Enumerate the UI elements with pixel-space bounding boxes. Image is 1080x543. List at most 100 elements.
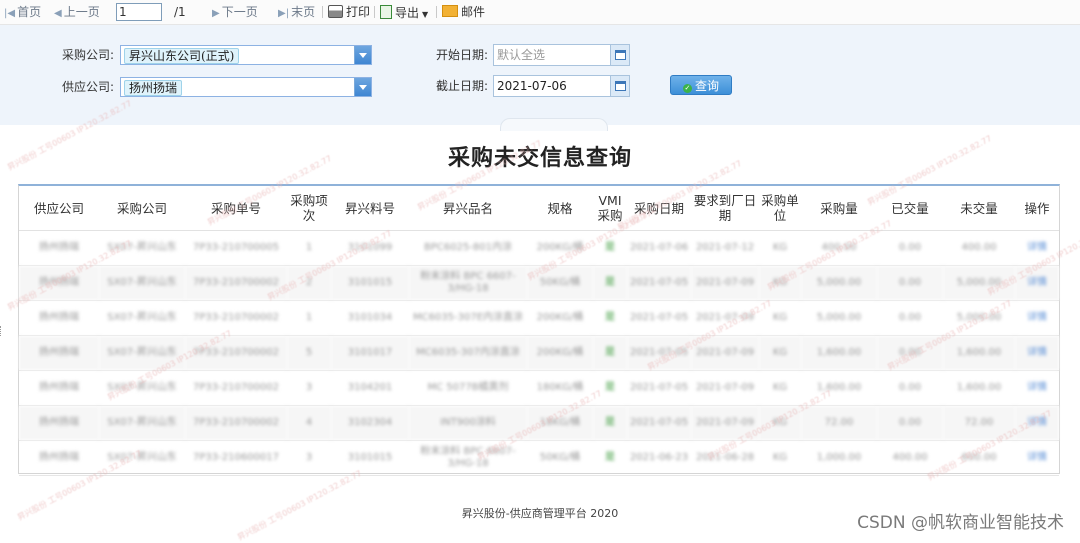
table-cell: 5,000.00	[943, 300, 1015, 336]
table-cell: 是	[593, 440, 627, 476]
table-cell: 1,600.00	[943, 335, 1015, 371]
mail-icon	[442, 5, 458, 17]
table-cell: 2021-07-12	[691, 230, 759, 266]
table-cell: 3	[287, 370, 331, 406]
end-date-label: 截止日期:	[435, 79, 488, 93]
table-cell: 7P33-210600017	[185, 440, 287, 476]
table-cell: SX07-昇兴山东	[99, 300, 185, 336]
chevron-down-icon[interactable]	[354, 46, 371, 64]
table-cell: KG	[759, 370, 801, 406]
table-cell: MC6035-307E内涂直涂	[409, 300, 527, 336]
supplier-combo[interactable]: 扬州扬瑞	[120, 77, 372, 97]
supplier-label: 供应公司:	[61, 80, 114, 94]
table-cell: 3	[287, 440, 331, 476]
table-cell: SX07-昇兴山东	[99, 440, 185, 476]
calendar-icon[interactable]	[610, 45, 629, 65]
table-cell: 18KG/桶	[527, 405, 593, 441]
detail-link[interactable]: 详情	[1015, 370, 1059, 406]
calendar-icon[interactable]	[610, 76, 629, 96]
table-cell: 粉末涂料 BPC 6607-3/HG-18	[409, 440, 527, 476]
report-title: 采购未交信息查询	[447, 146, 632, 171]
table-cell: 扬州扬瑞	[19, 265, 99, 301]
detail-link[interactable]: 详情	[1015, 335, 1059, 371]
column-header: 未交量	[943, 186, 1015, 231]
table-cell: 2021-07-05	[627, 300, 691, 336]
table-cell: 2021-07-09	[691, 405, 759, 441]
table-body: 扬州扬瑞 SX07-昇兴山东 7P33-210700005 1 3101099 BPC60…	[19, 230, 1059, 476]
column-header: 采购公司	[99, 186, 185, 231]
mail-button[interactable]: 邮件	[442, 5, 485, 19]
table-cell: 1,600.00	[801, 370, 877, 406]
buyer-combo[interactable]: 昇兴山东公司(正式)	[120, 45, 372, 65]
buyer-selected-tag[interactable]: 昇兴山东公司(正式)	[124, 48, 240, 64]
table-cell: 600.00	[943, 440, 1015, 476]
detail-link[interactable]: 详情	[1015, 300, 1059, 336]
table-cell: 1,000.00	[801, 440, 877, 476]
table-cell: 2021-07-09	[691, 370, 759, 406]
detail-link[interactable]: 详情	[1015, 405, 1059, 441]
table-cell: 1,600.00	[801, 335, 877, 371]
table-cell: 2021-07-09	[691, 265, 759, 301]
table-cell: 200KG/桶	[527, 335, 593, 371]
table-cell: KG	[759, 440, 801, 476]
table-cell: 7P33-210700002	[185, 300, 287, 336]
table-cell: INT900涂料	[409, 405, 527, 441]
last-page-button[interactable]: ▶| 末页	[278, 5, 315, 21]
resize-handle[interactable]	[0, 326, 4, 336]
table-cell: 7P33-210700005	[185, 230, 287, 266]
table-cell: SX07-昇兴山东	[99, 405, 185, 441]
table-cell: 400.00	[801, 230, 877, 266]
table-cell: 扬州扬瑞	[19, 300, 99, 336]
end-date-input[interactable]: 2021-07-06	[493, 75, 630, 97]
table-cell: 72.00	[801, 405, 877, 441]
start-date-input[interactable]: 默认全选	[493, 44, 630, 66]
filter-panel: 采购公司: 昇兴山东公司(正式) 供应公司: 扬州扬瑞 开始日期: 默认全选 截…	[0, 25, 1080, 125]
table-cell: 1,600.00	[943, 370, 1015, 406]
column-header: 供应公司	[19, 186, 99, 231]
prev-page-button[interactable]: ◀ 上一页	[54, 5, 100, 21]
prev-page-label: 上一页	[63, 5, 100, 19]
print-button[interactable]: 打印	[328, 5, 370, 19]
table-cell: 2	[287, 265, 331, 301]
table-cell: 2021-06-23	[627, 440, 691, 476]
table-cell: KG	[759, 230, 801, 266]
next-page-button[interactable]: ▶ 下一页	[212, 5, 258, 21]
column-header: 采购量	[801, 186, 877, 231]
table-cell: 0.00	[877, 300, 943, 336]
check-icon: ✓	[682, 84, 692, 93]
table-cell: SX07-昇兴山东	[99, 230, 185, 266]
toolbar-divider	[322, 6, 323, 18]
chevron-down-icon[interactable]	[354, 78, 371, 96]
column-header: 昇兴料号	[331, 186, 409, 231]
table-cell: 4	[287, 405, 331, 441]
page-number-input[interactable]	[116, 3, 162, 21]
table-cell: 是	[593, 335, 627, 371]
table-cell: 是	[593, 300, 627, 336]
start-date-label: 开始日期:	[435, 48, 488, 62]
table-cell: 2021-07-05	[627, 405, 691, 441]
table-row: 扬州扬瑞 SX07-昇兴山东 7P33-210600017 3 3101015 粉末涂料 …	[19, 440, 1059, 476]
column-header: 昇兴品名	[409, 186, 527, 231]
query-button[interactable]: ✓ 查询	[670, 75, 732, 95]
supplier-selected-tag[interactable]: 扬州扬瑞	[124, 80, 183, 96]
detail-link[interactable]: 详情	[1015, 230, 1059, 266]
column-header: 采购单位	[759, 186, 801, 231]
table-cell: 3101099	[331, 230, 409, 266]
detail-link[interactable]: 详情	[1015, 440, 1059, 476]
first-page-button[interactable]: |◀ 首页	[4, 5, 41, 21]
first-page-label: 首页	[17, 5, 42, 19]
table-cell: SX07-昇兴山东	[99, 265, 185, 301]
panel-collapse-handle[interactable]	[500, 118, 608, 131]
detail-link[interactable]: 详情	[1015, 265, 1059, 301]
table-cell: KG	[759, 335, 801, 371]
end-date-value: 2021-07-06	[497, 79, 567, 93]
report-table-container: 供应公司 采购公司 采购单号 采购项次 昇兴料号 昇兴品名 规格 VMI采购 采购日期 要求到厂日…	[18, 184, 1060, 476]
print-label: 打印	[346, 5, 371, 19]
table-row: 扬州扬瑞 SX07-昇兴山东 7P33-210700002 3 3104201 MC 50…	[19, 370, 1059, 406]
table-row: 扬州扬瑞 SX07-昇兴山东 7P33-210700002 2 3101015 粉末涂料 …	[19, 265, 1059, 301]
table-cell: 扬州扬瑞	[19, 370, 99, 406]
toolbar-divider	[374, 6, 375, 18]
export-button[interactable]: 导出 ▼	[380, 5, 428, 22]
table-cell: 3101017	[331, 335, 409, 371]
first-page-icon: |◀	[4, 8, 16, 19]
